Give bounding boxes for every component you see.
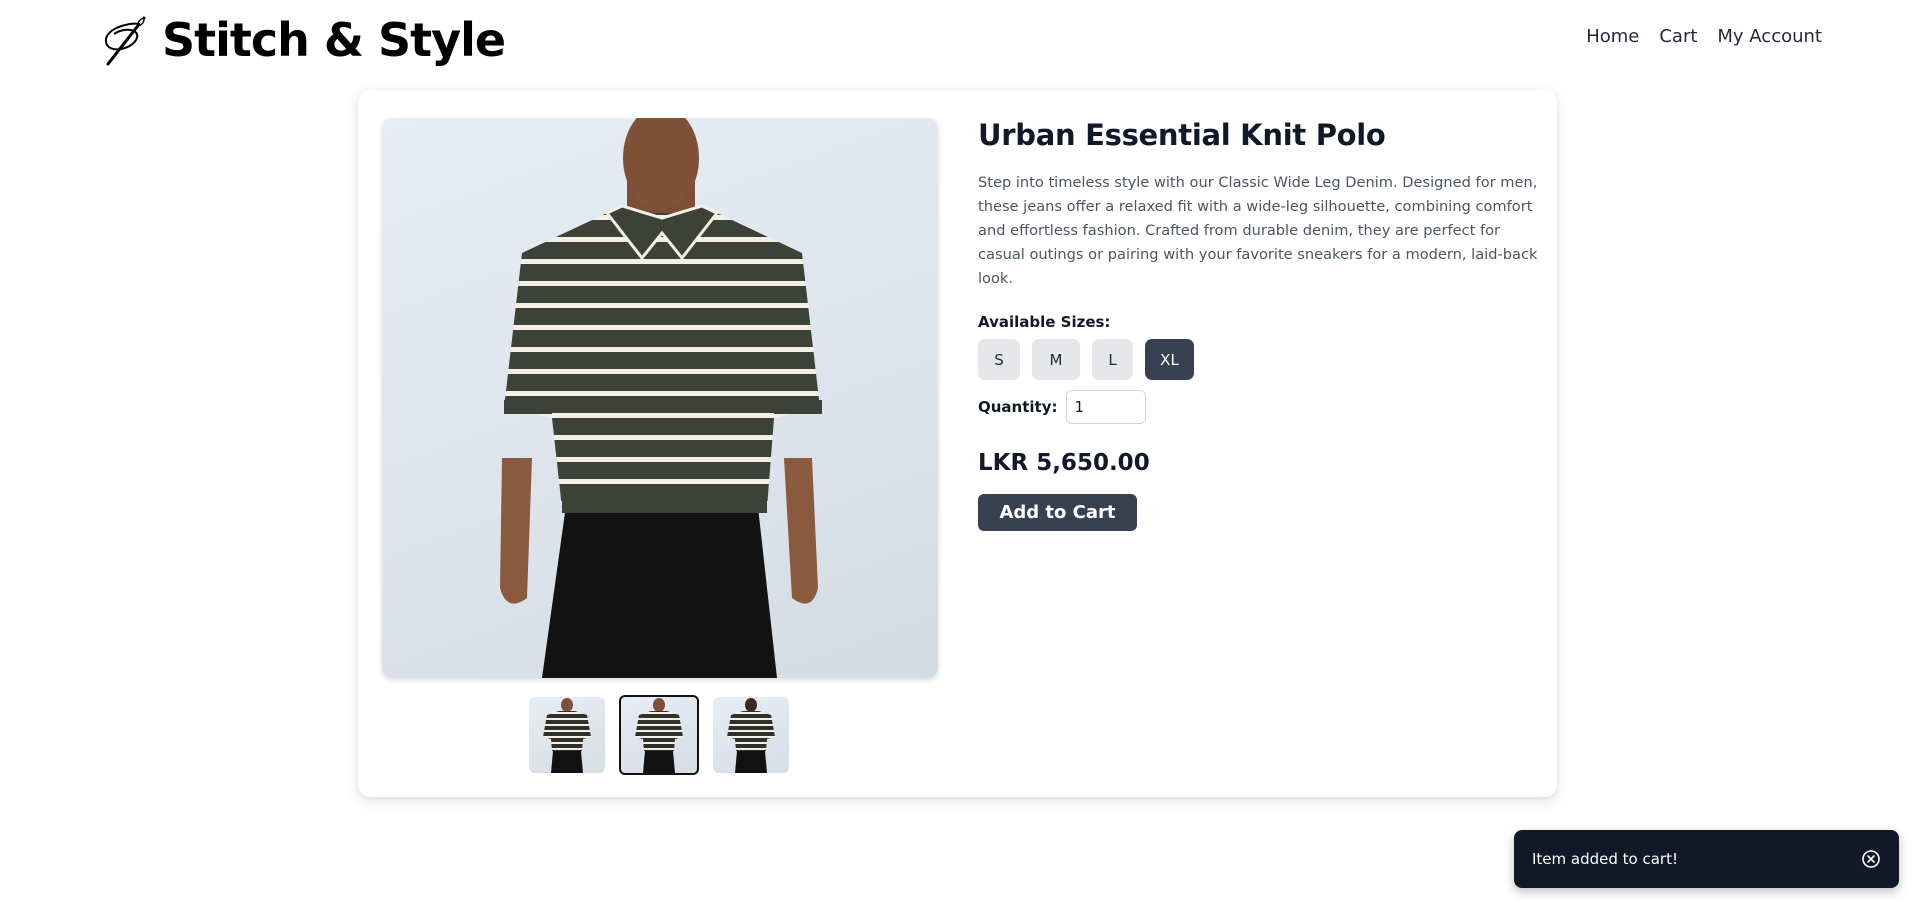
add-to-cart-button[interactable]: Add to Cart bbox=[978, 494, 1137, 531]
product-price: LKR 5,650.00 bbox=[978, 450, 1150, 476]
size-option-m[interactable]: M bbox=[1032, 339, 1080, 380]
sizes-label: Available Sizes: bbox=[978, 313, 1111, 331]
site-header: Stitch & Style Home Cart My Account bbox=[0, 0, 1915, 80]
product-main-image bbox=[382, 118, 938, 678]
quantity-input[interactable] bbox=[1065, 390, 1146, 424]
size-option-xl[interactable]: XL bbox=[1145, 339, 1194, 380]
size-option-l[interactable]: L bbox=[1092, 339, 1133, 380]
thumbnail-list bbox=[529, 695, 789, 775]
product-card: Urban Essential Knit Polo Step into time… bbox=[358, 90, 1557, 797]
thumbnail-2[interactable] bbox=[619, 695, 699, 775]
product-title: Urban Essential Knit Polo bbox=[978, 118, 1386, 152]
main-nav: Home Cart My Account bbox=[1586, 26, 1822, 47]
needle-thread-icon bbox=[104, 16, 146, 66]
quantity-label: Quantity: bbox=[978, 398, 1058, 416]
nav-cart-link[interactable]: Cart bbox=[1659, 26, 1697, 47]
product-details: Urban Essential Knit Polo Step into time… bbox=[978, 118, 1538, 531]
size-options: S M L XL bbox=[978, 339, 1538, 380]
product-description: Step into timeless style with our Classi… bbox=[978, 174, 1538, 287]
nav-account-link[interactable]: My Account bbox=[1717, 26, 1822, 47]
toast-notification: Item added to cart! bbox=[1514, 830, 1899, 888]
nav-home-link[interactable]: Home bbox=[1586, 26, 1639, 47]
toast-message: Item added to cart! bbox=[1532, 850, 1678, 868]
close-circle-icon[interactable] bbox=[1861, 849, 1881, 869]
brand-logo[interactable]: Stitch & Style bbox=[96, 10, 506, 70]
thumbnail-1[interactable] bbox=[529, 697, 605, 773]
thumbnail-3[interactable] bbox=[713, 697, 789, 773]
size-option-s[interactable]: S bbox=[978, 339, 1020, 380]
quantity-row: Quantity: bbox=[978, 390, 1538, 424]
brand-name: Stitch & Style bbox=[162, 13, 506, 67]
